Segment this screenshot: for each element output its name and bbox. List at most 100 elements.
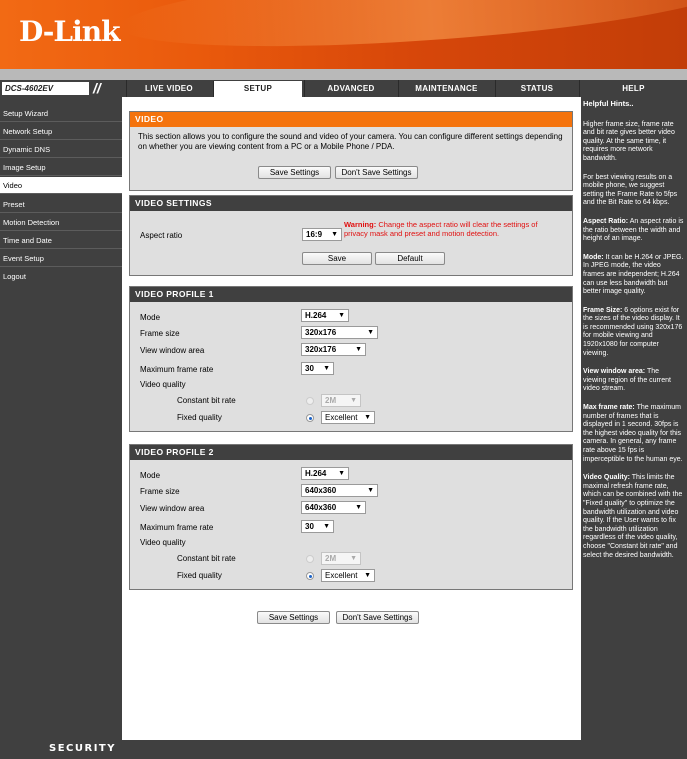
p2-max-frame-rate-select[interactable]: 30 ▼ bbox=[301, 520, 334, 533]
help-term-frame-size: Frame Size: bbox=[583, 306, 623, 314]
aspect-ratio-label: Aspect ratio bbox=[140, 231, 183, 240]
aspect-ratio-warning: Warning: Change the aspect ratio will cl… bbox=[344, 220, 544, 238]
p1-fixed-quality-radio[interactable] bbox=[306, 414, 314, 422]
chevron-down-icon: ▼ bbox=[338, 470, 345, 477]
aspect-ratio-select[interactable]: 16:9 ▼ bbox=[302, 228, 342, 241]
p1-fixed-quality-value: Excellent bbox=[325, 413, 358, 422]
p2-view-window-select[interactable]: 640x360 ▼ bbox=[301, 501, 366, 514]
help-term-mode: Mode: bbox=[583, 253, 604, 261]
help-heading: Helpful Hints.. bbox=[583, 99, 634, 108]
p1-max-frame-rate-select[interactable]: 30 ▼ bbox=[301, 362, 334, 375]
p1-cbr-value: 2M bbox=[325, 396, 337, 405]
p2-frame-size-label: Frame size bbox=[140, 487, 180, 496]
help-hint-aspect: Aspect Ratio: An aspect ratio is the rat… bbox=[583, 218, 684, 244]
p1-mode-label: Mode bbox=[140, 313, 161, 322]
help-text-frame-size: 6 options exist for the sizes of the vid… bbox=[583, 306, 683, 357]
save-settings-button[interactable]: Save Settings bbox=[258, 166, 331, 179]
sidebar-item-event-setup[interactable]: Event Setup bbox=[0, 250, 122, 267]
help-hint-general: Higher frame size, frame rate and bit ra… bbox=[583, 120, 675, 162]
dlink-logo: D-Link bbox=[19, 15, 121, 48]
video-profile-1-section: VIDEO PROFILE 1 Mode H.264 ▼ Frame size 3… bbox=[129, 286, 573, 432]
help-term-view-window: View window area: bbox=[583, 368, 646, 376]
p1-view-window-value: 320x176 bbox=[305, 345, 337, 354]
chevron-down-icon: ▼ bbox=[364, 414, 371, 421]
video-settings-title: VIDEO SETTINGS bbox=[130, 196, 572, 211]
chevron-down-icon: ▼ bbox=[323, 365, 330, 372]
p1-view-window-select[interactable]: 320x176 ▼ bbox=[301, 343, 366, 356]
chevron-down-icon: ▼ bbox=[350, 555, 357, 562]
p2-fixed-quality-select[interactable]: Excellent ▼ bbox=[321, 569, 375, 582]
chevron-down-icon: ▼ bbox=[331, 231, 338, 238]
p2-cbr-value: 2M bbox=[325, 554, 337, 563]
chevron-down-icon: ▼ bbox=[355, 346, 362, 353]
p1-mode-select[interactable]: H.264 ▼ bbox=[301, 309, 349, 322]
dont-save-settings-button[interactable]: Don't Save Settings bbox=[335, 166, 418, 179]
help-text-video-quality: This limits the maximal refresh frame ra… bbox=[583, 474, 683, 559]
tab-help[interactable]: HELP bbox=[579, 80, 687, 97]
p1-frame-size-value: 320x176 bbox=[305, 328, 337, 337]
p1-frame-size-select[interactable]: 320x176 ▼ bbox=[301, 326, 378, 339]
help-term-aspect: Aspect Ratio: bbox=[583, 217, 629, 225]
help-text-max-frame-rate: The maximum number of frames that is dis… bbox=[583, 404, 683, 463]
p1-cbr-radio[interactable] bbox=[306, 397, 314, 405]
p2-mode-select[interactable]: H.264 ▼ bbox=[301, 467, 349, 480]
video-section: VIDEO This section allows you to configu… bbox=[129, 111, 573, 191]
video-settings-section: VIDEO SETTINGS Aspect ratio 16:9 ▼ Warni… bbox=[129, 195, 573, 276]
p2-fixed-quality-radio[interactable] bbox=[306, 572, 314, 580]
p1-max-frame-rate-value: 30 bbox=[305, 364, 314, 373]
p1-fixed-quality-label: Fixed quality bbox=[177, 413, 222, 422]
p1-cbr-select[interactable]: 2M ▼ bbox=[321, 394, 361, 407]
p2-cbr-select[interactable]: 2M ▼ bbox=[321, 552, 361, 565]
help-hint-mode: Mode: It can be H.264 or JPEG. In JPEG m… bbox=[583, 254, 684, 297]
p2-max-frame-rate-value: 30 bbox=[305, 522, 314, 531]
chevron-down-icon: ▼ bbox=[364, 572, 371, 579]
tab-maintenance[interactable]: MAINTENANCE bbox=[398, 80, 494, 97]
p2-frame-size-select[interactable]: 640x360 ▼ bbox=[301, 484, 378, 497]
header-banner: D-Link bbox=[0, 0, 687, 69]
sidebar-item-network-setup[interactable]: Network Setup bbox=[0, 123, 122, 140]
model-name: DCS-4602EV bbox=[2, 82, 89, 95]
help-hint-video-quality: Video Quality: This limits the maximal r… bbox=[583, 474, 684, 560]
sidebar-item-logout[interactable]: Logout bbox=[0, 268, 122, 285]
sidebar-item-dynamic-dns[interactable]: Dynamic DNS bbox=[0, 141, 122, 158]
help-term-video-quality: Video Quality: bbox=[583, 474, 630, 482]
tab-setup[interactable]: SETUP bbox=[213, 81, 302, 97]
sidebar-item-setup-wizard[interactable]: Setup Wizard bbox=[0, 105, 122, 122]
video-section-title: VIDEO bbox=[130, 112, 572, 127]
sidebar-item-preset[interactable]: Preset bbox=[0, 196, 122, 213]
p2-cbr-label: Constant bit rate bbox=[177, 554, 236, 563]
p1-cbr-label: Constant bit rate bbox=[177, 396, 236, 405]
chevron-down-icon: ▼ bbox=[323, 523, 330, 530]
p2-cbr-radio[interactable] bbox=[306, 555, 314, 563]
video-profile-2-section: VIDEO PROFILE 2 Mode H.264 ▼ Frame size 6… bbox=[129, 444, 573, 590]
p2-mode-value: H.264 bbox=[305, 469, 327, 478]
sidebar-item-motion-detection[interactable]: Motion Detection bbox=[0, 214, 122, 231]
p2-fixed-quality-value: Excellent bbox=[325, 571, 358, 580]
aspect-save-button[interactable]: Save bbox=[302, 252, 372, 265]
tab-live-video[interactable]: LIVE VIDEO bbox=[126, 80, 211, 97]
p2-max-frame-rate-label: Maximum frame rate bbox=[140, 523, 214, 532]
sidebar-item-image-setup[interactable]: Image Setup bbox=[0, 159, 122, 176]
tab-status[interactable]: STATUS bbox=[495, 80, 578, 97]
banner-decoration bbox=[118, 0, 687, 62]
p1-view-window-label: View window area bbox=[140, 346, 205, 355]
bottom-dont-save-settings-button[interactable]: Don't Save Settings bbox=[336, 611, 419, 624]
p1-max-frame-rate-label: Maximum frame rate bbox=[140, 365, 214, 374]
chevron-down-icon: ▼ bbox=[338, 312, 345, 319]
p1-mode-value: H.264 bbox=[305, 311, 327, 320]
video-profile-1-title: VIDEO PROFILE 1 bbox=[130, 287, 572, 302]
chevron-down-icon: ▼ bbox=[350, 397, 357, 404]
sidebar-item-video[interactable]: Video bbox=[0, 177, 122, 194]
bottom-save-settings-button[interactable]: Save Settings bbox=[257, 611, 330, 624]
p1-fixed-quality-select[interactable]: Excellent ▼ bbox=[321, 411, 375, 424]
help-hint-view-window: View window area: The viewing region of … bbox=[583, 368, 684, 394]
help-hint-frame-size: Frame Size: 6 options exist for the size… bbox=[583, 307, 684, 359]
p1-frame-size-label: Frame size bbox=[140, 329, 180, 338]
aspect-default-button[interactable]: Default bbox=[375, 252, 445, 265]
p2-video-quality-label: Video quality bbox=[140, 538, 186, 547]
video-description: This section allows you to configure the… bbox=[138, 132, 563, 151]
sidebar-item-time-and-date[interactable]: Time and Date bbox=[0, 232, 122, 249]
tab-advanced[interactable]: ADVANCED bbox=[304, 80, 397, 97]
help-hint-mobile: For best viewing results on a mobile pho… bbox=[583, 173, 678, 207]
security-footer-label: SECURITY bbox=[49, 743, 116, 754]
